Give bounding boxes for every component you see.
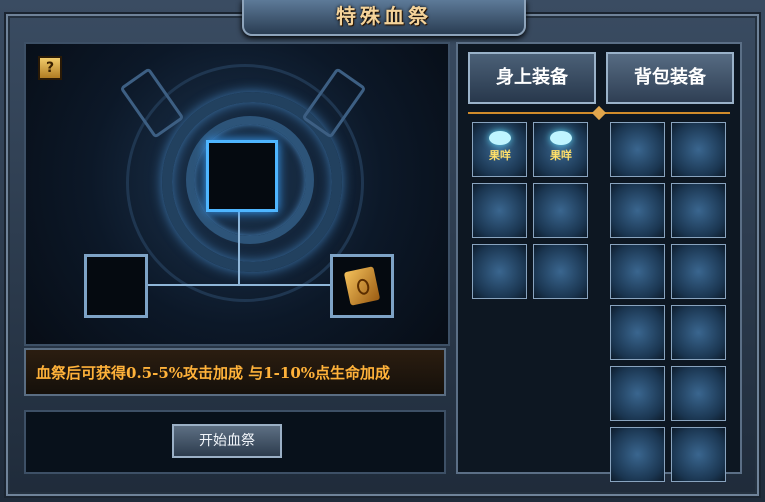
equipment-panel: 身上装备 背包装备 果咩 果咩 [456,42,742,482]
tab-bag[interactable]: 背包装备 [606,52,734,104]
bonus-info-text: 血祭后可获得0.5-5%攻击加成 与1-10%点生命加成 [36,364,391,382]
bag-item-slot[interactable] [610,366,665,421]
divider-ornament-icon [591,105,607,121]
sacrifice-altar-panel: ? [24,42,450,346]
bag-item-slot[interactable] [671,244,726,299]
blood-sacrifice-window: 特殊血祭 ? 血祭后可获得0.5-5%攻击加成 与1-10%点生命加成 开始血祭… [0,0,765,502]
gem-icon: 果咩 [546,131,576,162]
action-panel: 开始血祭 [24,410,446,474]
equipped-item-slot[interactable]: 果咩 [533,122,588,177]
bag-item-slot[interactable] [610,122,665,177]
connector-line-vertical [238,206,240,284]
bag-item-slot[interactable] [671,427,726,482]
equipped-item-grid: 果咩 果咩 [472,122,588,299]
material-slot-right[interactable] [330,254,394,318]
help-button[interactable]: ? [38,56,62,80]
equipped-item-slot[interactable] [472,244,527,299]
bag-item-slot[interactable] [671,366,726,421]
material-slot-left[interactable] [84,254,148,318]
equipped-item-slot[interactable] [533,244,588,299]
gem-icon: 果咩 [485,131,515,162]
bag-item-slot[interactable] [671,183,726,238]
bag-item-slot[interactable] [610,183,665,238]
tab-equipped[interactable]: 身上装备 [468,52,596,104]
bag-item-slot[interactable] [610,305,665,360]
connector-line-horizontal [142,284,330,286]
equipped-item-slot[interactable]: 果咩 [472,122,527,177]
bag-item-slot[interactable] [610,427,665,482]
window-title: 特殊血祭 [336,4,432,28]
bag-item-slot[interactable] [610,244,665,299]
target-equipment-slot[interactable] [206,140,278,212]
sacrifice-bonus-info: 血祭后可获得0.5-5%攻击加成 与1-10%点生命加成 [24,348,446,396]
bag-item-slot[interactable] [671,122,726,177]
bag-item-slot[interactable] [671,305,726,360]
start-sacrifice-button[interactable]: 开始血祭 [172,424,282,458]
window-title-plate: 特殊血祭 [242,0,526,36]
bag-item-grid [610,122,726,482]
equipped-item-slot[interactable] [472,183,527,238]
item-label: 果咩 [550,149,572,162]
equipped-item-slot[interactable] [533,183,588,238]
sacrifice-scroll-icon [343,266,381,306]
item-label: 果咩 [489,149,511,162]
